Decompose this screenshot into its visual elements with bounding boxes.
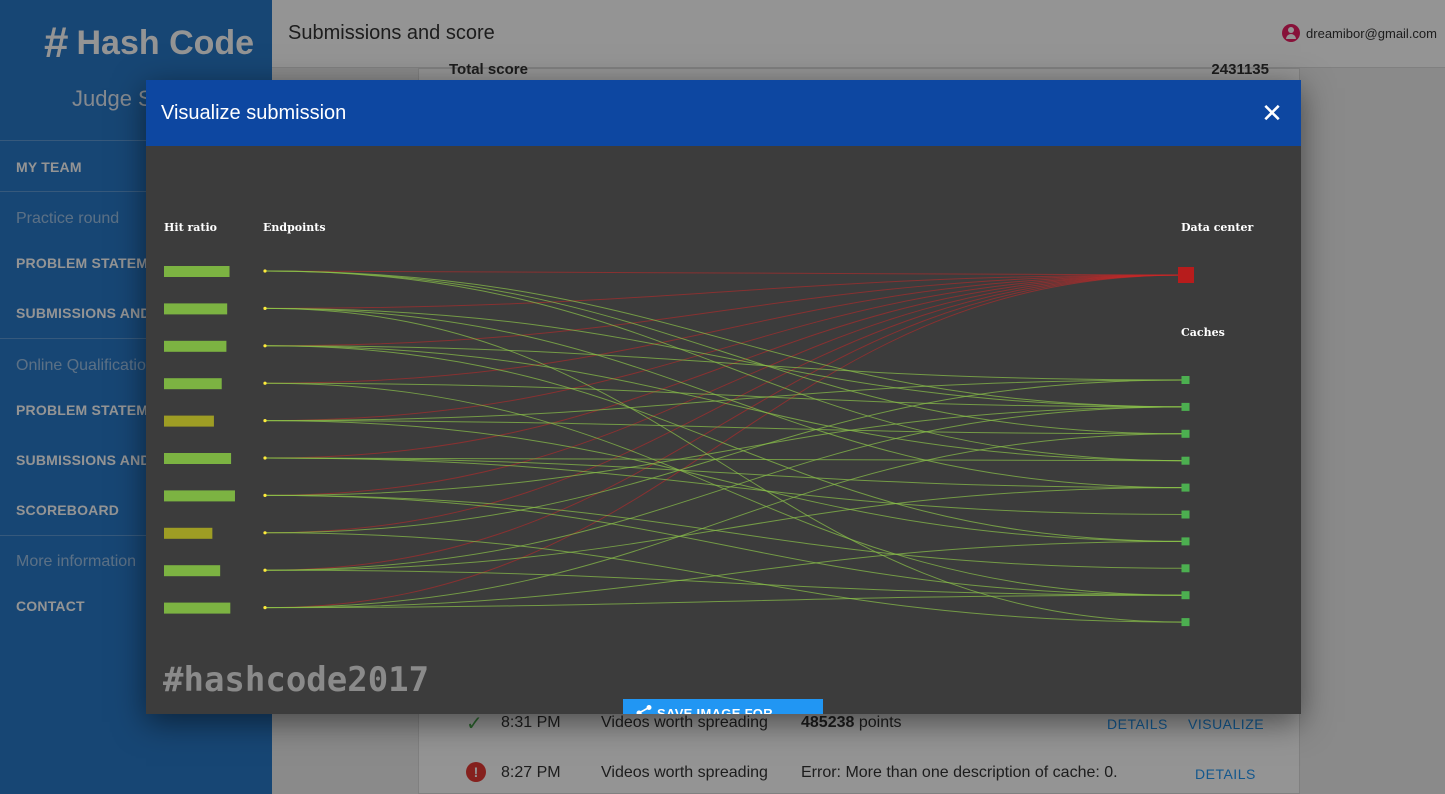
data-center-link <box>264 274 1186 496</box>
data-center-label: Data center <box>1181 221 1253 234</box>
caches-label: Caches <box>1181 326 1225 339</box>
cache-link <box>264 457 1186 489</box>
dialog-header: Visualize submission ✕ <box>146 80 1301 146</box>
endpoint-node <box>263 419 267 423</box>
hit-ratio-bar <box>164 340 227 352</box>
save-button-label: SAVE IMAGE FOR SHARING <box>657 706 773 714</box>
endpoint-node <box>263 456 267 460</box>
share-icon <box>636 705 652 714</box>
cache-node <box>1181 456 1190 465</box>
cache-link <box>264 532 1186 623</box>
endpoint-node <box>263 606 267 610</box>
save-image-button[interactable]: SAVE IMAGE FOR SHARING <box>623 699 823 714</box>
cache-node <box>1181 564 1190 573</box>
data-center-link <box>264 274 1186 534</box>
hit-ratio-label: Hit ratio <box>164 221 217 234</box>
cache-link <box>264 270 1186 435</box>
hashcode-watermark: #hashcode2017 <box>163 660 429 700</box>
submission-visualization: Hit ratio Endpoints Data center Caches #… <box>163 221 1253 700</box>
endpoint-node <box>263 269 267 273</box>
dialog-title: Visualize submission <box>161 102 347 124</box>
endpoint-node <box>263 493 267 497</box>
link-lines <box>264 270 1186 623</box>
visualize-dialog: Visualize submission ✕ Hit ratio Endpoin… <box>146 80 1301 714</box>
cache-link <box>264 494 1186 596</box>
cache-link <box>264 406 1186 496</box>
cache-link <box>264 540 1186 609</box>
data-center-link <box>264 274 1186 571</box>
data-center-node <box>1178 267 1194 283</box>
endpoint-node <box>263 344 267 348</box>
endpoints-label: Endpoints <box>263 221 326 234</box>
cache-node <box>1181 483 1190 492</box>
cache-link <box>264 420 1186 542</box>
cache-node <box>1181 618 1190 627</box>
data-center-link <box>264 270 1186 276</box>
endpoint-node <box>263 568 267 572</box>
hit-ratio-bar <box>164 527 213 539</box>
data-center-link <box>264 274 1186 422</box>
hit-ratio-bar <box>164 415 214 427</box>
cache-node <box>1181 402 1190 411</box>
cache-link <box>264 494 1186 569</box>
cache-node <box>1181 537 1190 546</box>
hit-ratio-bar <box>164 303 228 315</box>
cache-link <box>264 594 1186 609</box>
cache-node <box>1181 376 1190 384</box>
cache-node <box>1181 591 1190 600</box>
endpoint-node <box>263 306 267 310</box>
hit-ratio-bars <box>164 266 235 614</box>
hit-ratio-bar <box>164 266 230 277</box>
cache-link <box>264 270 1186 462</box>
cache-node <box>1181 510 1190 519</box>
cache-link <box>264 307 1186 623</box>
endpoint-node <box>263 531 267 535</box>
data-center-link <box>264 274 1186 459</box>
hit-ratio-bar <box>164 378 222 390</box>
hit-ratio-bar <box>164 453 232 464</box>
cache-node <box>1181 429 1190 438</box>
hit-ratio-bar <box>164 490 235 502</box>
hit-ratio-bar <box>164 565 221 577</box>
hit-ratio-bar <box>164 602 231 614</box>
data-center-link <box>264 274 1186 309</box>
close-icon[interactable]: ✕ <box>1257 98 1287 128</box>
endpoint-node <box>263 381 267 385</box>
